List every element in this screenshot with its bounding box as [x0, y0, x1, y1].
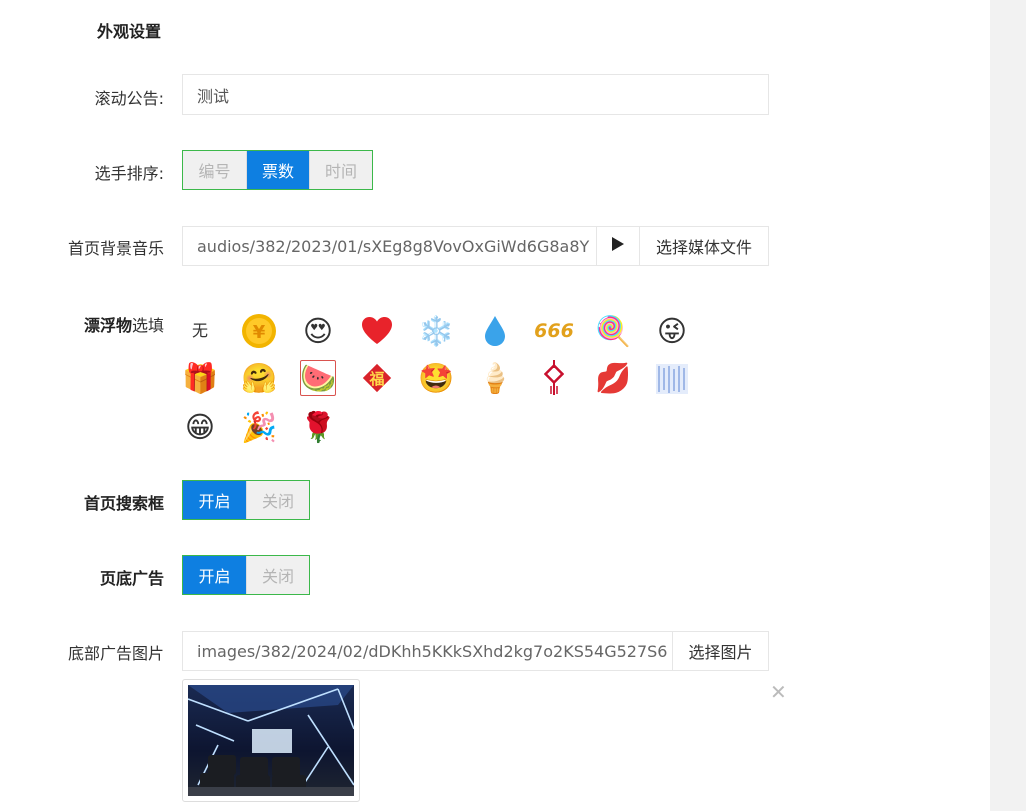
fu-icon[interactable]: 福	[359, 360, 395, 396]
snow-pattern-icon[interactable]	[654, 360, 690, 396]
wink-icon[interactable]: 😜	[654, 313, 690, 349]
ad-image-label: 底部广告图片	[67, 644, 164, 663]
ad-image-input-group: images/382/2024/02/dDKhh5KKkSXhd2kg7o2KS…	[182, 631, 769, 671]
sort-segmented-control: 编号 票数 时间	[182, 150, 373, 190]
heart-icon[interactable]	[359, 313, 395, 349]
cinema-room-image	[188, 685, 354, 796]
droplet-icon[interactable]	[477, 313, 513, 349]
bg-music-label: 首页背景音乐	[67, 239, 164, 258]
search-box-label: 首页搜索框	[83, 494, 164, 513]
choose-media-button[interactable]: 选择媒体文件	[639, 227, 768, 265]
sort-option-time[interactable]: 时间	[309, 151, 372, 189]
sort-label: 选手排序:	[94, 164, 164, 183]
play-icon	[611, 236, 625, 256]
666-icon[interactable]: 666	[534, 313, 574, 349]
lips-icon[interactable]: 💋	[595, 360, 631, 396]
choose-image-button[interactable]: 选择图片	[672, 632, 768, 670]
svg-text:福: 福	[368, 370, 384, 388]
scroll-notice-value: 测试	[197, 86, 230, 106]
party-popper-icon[interactable]: 🎉	[241, 409, 277, 445]
grin-icon[interactable]: 😁	[182, 409, 218, 445]
scroll-notice-input[interactable]: 测试	[182, 74, 769, 115]
ad-image-preview	[182, 679, 360, 802]
rose-icon[interactable]: 🌹	[300, 409, 336, 445]
ice-cream-icon[interactable]: 🍦	[477, 360, 513, 396]
close-icon: ✕	[770, 680, 787, 704]
section-title: 外观设置	[97, 22, 162, 41]
star-eyes-icon[interactable]: 🤩	[418, 360, 454, 396]
lollipop-icon[interactable]: 🍭	[595, 313, 631, 349]
snowflake-icon[interactable]: ❄️	[418, 313, 454, 349]
remove-image-button[interactable]: ✕	[770, 680, 787, 704]
right-gutter	[990, 0, 1026, 811]
scroll-notice-label: 滚动公告:	[94, 89, 164, 108]
sort-option-votes[interactable]: 票数	[246, 151, 309, 189]
bg-music-input-group: audios/382/2023/01/sXEg8g8VovOxGiWd6G8a8…	[182, 226, 769, 266]
coin-icon[interactable]: ¥	[241, 313, 277, 349]
chinese-knot-icon[interactable]	[536, 360, 572, 396]
play-button[interactable]	[596, 227, 639, 265]
footer-ad-toggle: 开启 关闭	[182, 555, 310, 595]
floaters-label: 漂浮物选填	[83, 316, 164, 335]
sort-option-number[interactable]: 编号	[183, 151, 246, 189]
watermelon-icon[interactable]: 🍉	[300, 360, 336, 396]
hug-icon[interactable]: 🤗	[241, 360, 277, 396]
floater-none[interactable]: 无	[182, 313, 218, 349]
search-box-on[interactable]: 开启	[183, 481, 246, 519]
search-box-toggle: 开启 关闭	[182, 480, 310, 520]
svg-text:¥: ¥	[253, 322, 266, 343]
footer-ad-label: 页底广告	[99, 569, 164, 588]
search-box-off[interactable]: 关闭	[246, 481, 309, 519]
gift-icon[interactable]: 🎁	[182, 360, 218, 396]
bg-music-path[interactable]: audios/382/2023/01/sXEg8g8VovOxGiWd6G8a8…	[183, 227, 596, 265]
love-face-icon[interactable]: 😍	[300, 313, 336, 349]
footer-ad-on[interactable]: 开启	[183, 556, 246, 594]
footer-ad-off[interactable]: 关闭	[246, 556, 309, 594]
ad-image-path[interactable]: images/382/2024/02/dDKhh5KKkSXhd2kg7o2KS…	[183, 632, 672, 670]
